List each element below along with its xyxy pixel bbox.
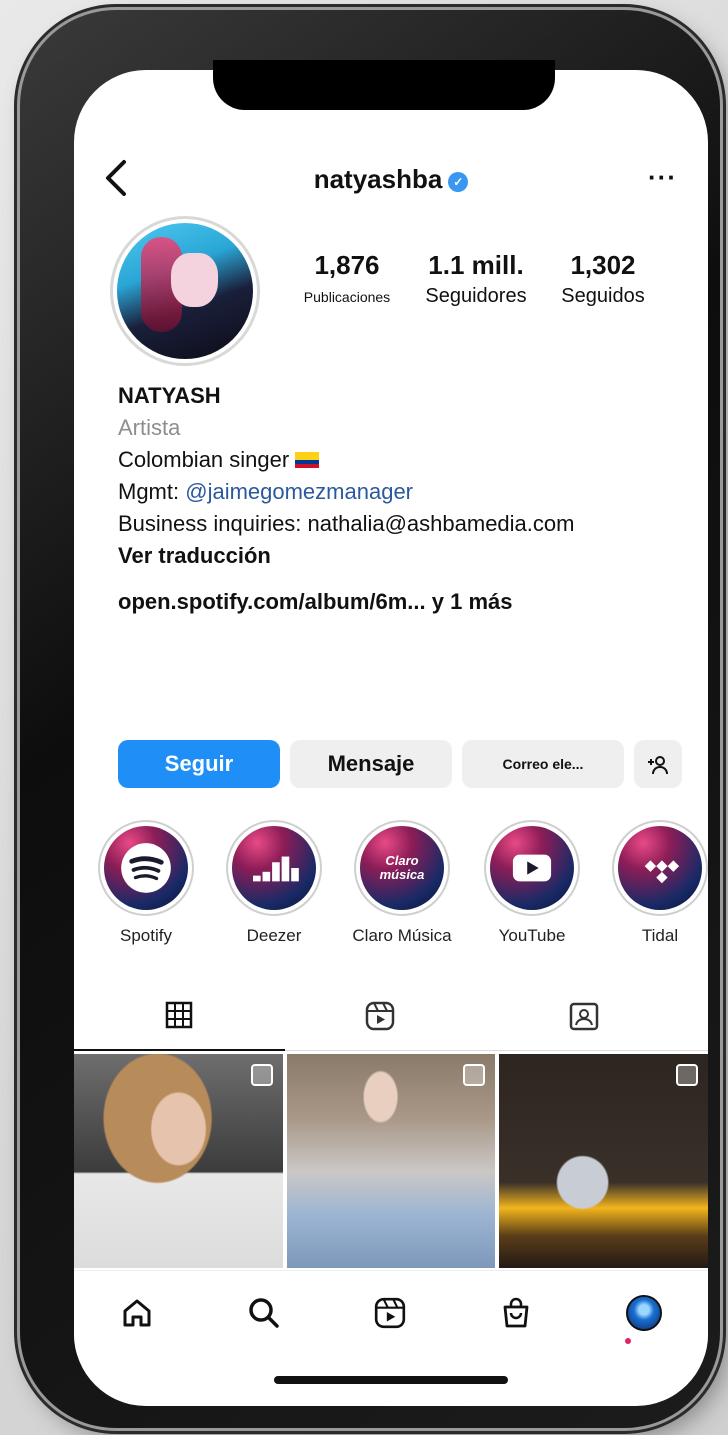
stat-posts[interactable]: 1,876 Publicaciones — [286, 250, 408, 305]
post-thumbnail[interactable] — [499, 1054, 708, 1268]
follow-button[interactable]: Seguir — [118, 740, 280, 788]
post-thumbnail[interactable] — [286, 1054, 496, 1268]
highlight-label: Deezer — [246, 926, 302, 945]
highlight-label: Spotify — [120, 926, 172, 945]
deezer-icon — [253, 856, 299, 882]
profile-category: Artista — [118, 415, 181, 440]
highlight-label: Tidal — [641, 926, 679, 945]
bio-business: Business inquiries: nathalia@ashbamedia.… — [118, 511, 575, 536]
bio-link-line[interactable]: open.spotify.com/album/6m... y 1 más — [118, 586, 698, 618]
phone-notch — [213, 60, 555, 110]
bio-mgmt-line: Mgmt: @jaimegomezmanager — [118, 476, 698, 508]
stat-following-count: 1,302 — [570, 250, 636, 280]
stat-followers-label: Seguidores — [425, 285, 527, 307]
tagged-icon[interactable] — [568, 1000, 600, 1032]
app-screen: natyashba ✓ ··· 1,876 Publicaciones 1.1 m… — [74, 70, 708, 1406]
profile-bio: NATYASH Artista Colombian singer Mgmt: @… — [118, 380, 698, 618]
tidal-icon — [644, 860, 680, 884]
youtube-icon — [512, 854, 552, 882]
stat-posts-count: 1,876 — [314, 250, 380, 280]
email-button[interactable]: Correo ele... — [462, 740, 624, 788]
mgmt-handle-link[interactable]: @jaimegomezmanager — [185, 479, 413, 504]
notification-dot — [625, 1338, 631, 1344]
profile-avatar[interactable] — [625, 1294, 662, 1331]
username-title: natyashba — [313, 164, 443, 194]
more-options-icon[interactable]: ··· — [648, 162, 677, 193]
bio-link-more[interactable]: y 1 más — [426, 589, 513, 614]
highlight-label: Claro Música — [352, 926, 452, 945]
carousel-icon — [250, 1064, 273, 1086]
add-person-icon — [648, 756, 668, 775]
display-name: NATYASH — [118, 383, 221, 408]
bio-link[interactable]: open.spotify.com/album/6m... — [118, 589, 426, 614]
highlight-claro-musica[interactable]: Claro música Claro Música — [352, 820, 452, 946]
stat-following-label: Seguidos — [561, 285, 645, 307]
see-translation-link[interactable]: Ver traducción — [118, 540, 698, 572]
carousel-icon — [463, 1064, 486, 1086]
claro-musica-badge: Claro música — [379, 853, 425, 882]
profile-header: natyashba ✓ — [74, 164, 708, 195]
search-icon[interactable] — [247, 1296, 281, 1330]
highlight-spotify[interactable]: Spotify — [96, 820, 196, 946]
carousel-icon — [676, 1064, 699, 1086]
stat-following[interactable]: 1,302 Seguidos — [544, 250, 662, 308]
post-thumbnail[interactable] — [74, 1054, 283, 1268]
highlight-label: YouTube — [498, 926, 566, 945]
bio-text: Colombian singer — [118, 447, 290, 472]
profile-avatar[interactable] — [110, 216, 260, 366]
spotify-icon — [121, 843, 171, 893]
stat-posts-label: Publicaciones — [303, 289, 391, 305]
colombia-flag-icon — [295, 452, 320, 468]
bio-line: Colombian singer — [118, 444, 698, 476]
highlight-tidal[interactable]: Tidal — [610, 820, 708, 946]
message-button[interactable]: Mensaje — [290, 740, 452, 788]
home-icon[interactable] — [120, 1296, 154, 1330]
stat-followers-count: 1.1 mill. — [428, 250, 524, 280]
mgmt-prefix: Mgmt: — [118, 479, 186, 504]
grid-icon[interactable] — [164, 1000, 194, 1030]
avatar-image — [117, 223, 253, 359]
home-indicator — [274, 1376, 508, 1384]
active-tab-indicator — [74, 1049, 285, 1051]
highlight-deezer[interactable]: Deezer — [224, 820, 324, 946]
highlight-youtube[interactable]: YouTube — [482, 820, 582, 946]
reels-nav-icon[interactable] — [373, 1296, 407, 1330]
stat-followers[interactable]: 1.1 mill. Seguidores — [412, 250, 540, 308]
verified-badge-icon: ✓ — [448, 172, 469, 192]
claro-musica-icon: Claro música — [360, 826, 444, 910]
suggested-people-button[interactable] — [634, 740, 682, 788]
reels-icon[interactable] — [364, 1000, 396, 1032]
posts-grid — [74, 1054, 708, 1268]
bottom-navigation — [74, 1270, 708, 1354]
shop-icon[interactable] — [499, 1296, 533, 1330]
